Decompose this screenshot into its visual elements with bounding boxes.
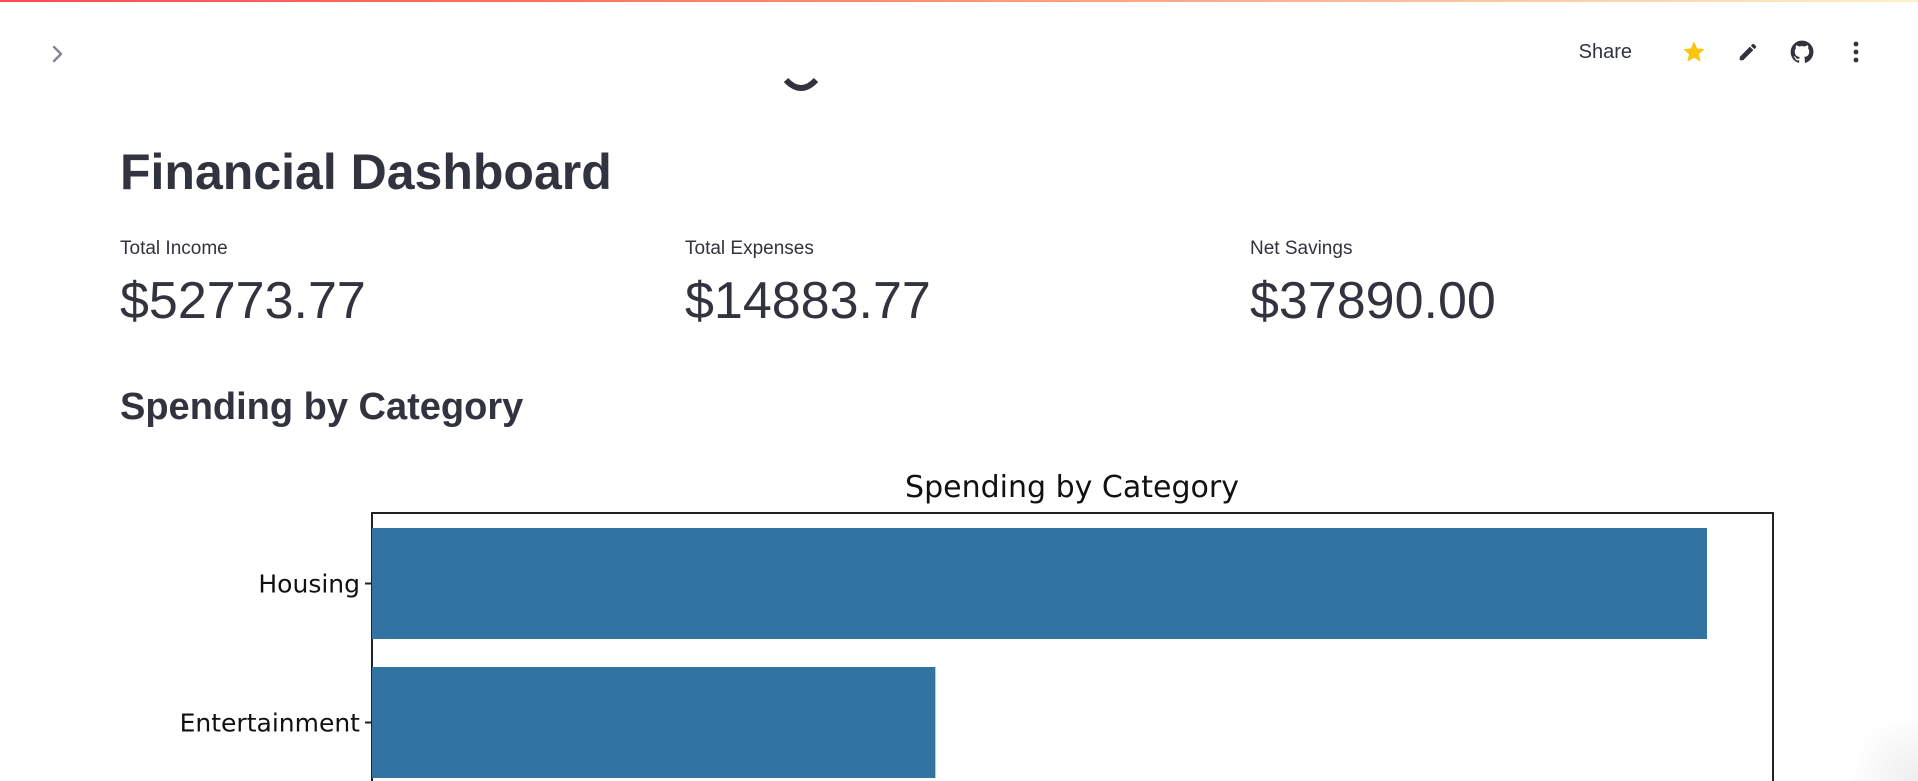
star-icon: [1683, 41, 1705, 62]
more-vertical-icon: [1853, 41, 1859, 63]
github-button[interactable]: [1780, 34, 1824, 70]
metric-value: $37890.00: [1250, 272, 1496, 330]
edit-button[interactable]: [1726, 34, 1770, 70]
page-title: Financial Dashboard: [120, 144, 612, 200]
metric-label: Net Savings: [1250, 238, 1353, 259]
metric-net-savings: Net Savings $37890.00: [1250, 236, 1790, 332]
metric-label: Total Income: [120, 238, 228, 259]
metric-value: $52773.77: [120, 272, 366, 330]
metric-label: Total Expenses: [685, 238, 814, 259]
share-button[interactable]: Share: [1569, 37, 1646, 68]
bar-entertainment: [372, 667, 936, 778]
top-accent-stripe: [0, 0, 1918, 2]
sidebar-toggle-button[interactable]: [48, 44, 68, 64]
corner-shadow: [1838, 721, 1918, 781]
header-toolbar: Share: [1569, 34, 1878, 70]
chevron-right-icon: [52, 45, 63, 63]
partially-hidden-logo: [784, 62, 818, 92]
chart-svg: Spending by Category Housing Entertainmen…: [180, 470, 1774, 781]
metric-value: $14883.77: [685, 272, 931, 330]
y-tick-label: Housing: [258, 570, 360, 599]
github-icon: [1790, 40, 1814, 63]
y-tick-label: Entertainment: [180, 709, 361, 738]
spending-by-category-chart: Spending by Category Housing Entertainmen…: [150, 460, 1800, 781]
star-button[interactable]: [1672, 34, 1716, 70]
chart-title: Spending by Category: [905, 470, 1239, 505]
metric-total-income: Total Income $52773.77: [120, 236, 660, 332]
bar-housing: [372, 528, 1707, 639]
main-menu-button[interactable]: [1834, 34, 1878, 70]
pencil-icon: [1739, 43, 1757, 61]
metric-total-expenses: Total Expenses $14883.77: [685, 236, 1225, 332]
section-title: Spending by Category: [120, 386, 524, 428]
